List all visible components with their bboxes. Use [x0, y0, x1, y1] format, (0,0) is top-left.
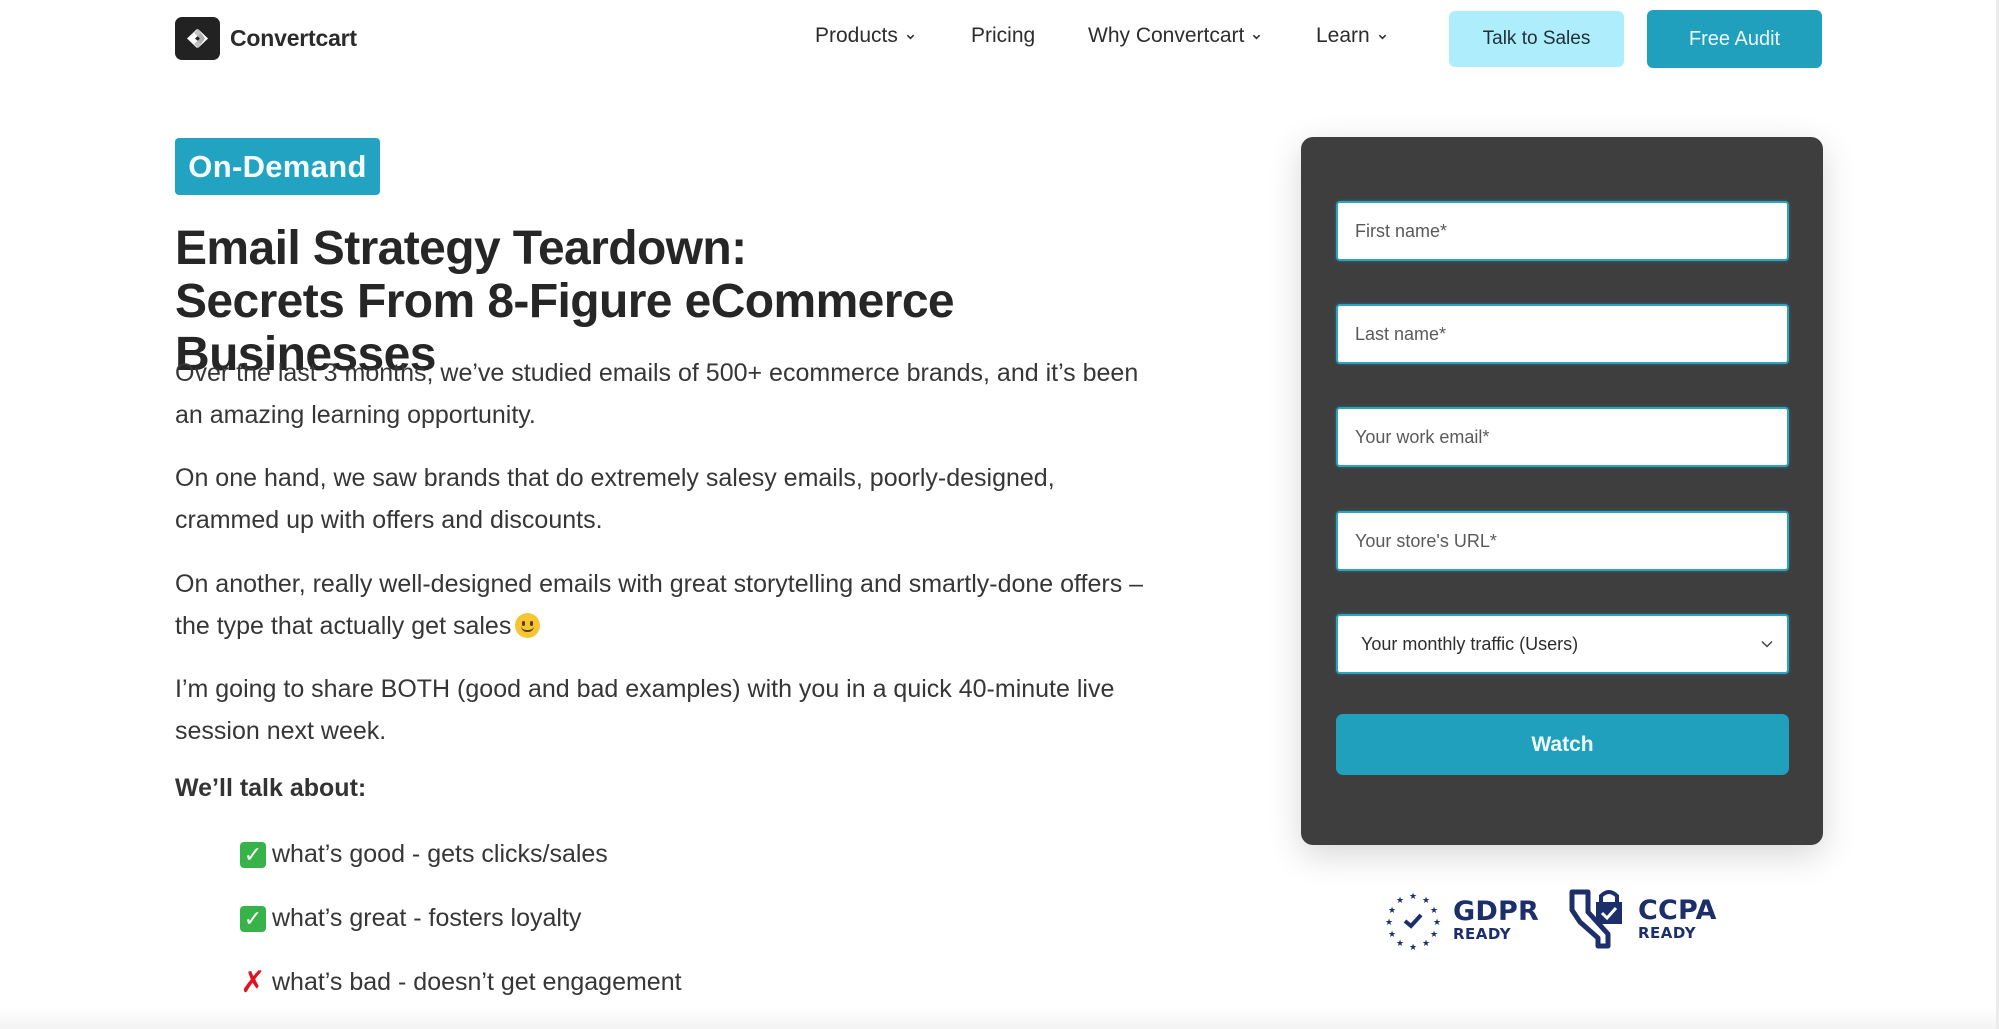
talk-to-sales-button[interactable]: Talk to Sales [1449, 11, 1624, 67]
work-email-input[interactable] [1355, 409, 1787, 465]
brand-name: Convertcart [230, 25, 357, 51]
svg-text:★: ★ [1396, 939, 1404, 949]
nav-why-convertcart[interactable]: Why Convertcart [1088, 24, 1261, 48]
gdpr-title: GDPR [1453, 895, 1539, 927]
nav-why-convertcart-label: Why Convertcart [1088, 24, 1245, 47]
topic-text: what’s good - gets clicks/sales [272, 840, 608, 868]
svg-text:★: ★ [1385, 918, 1393, 928]
svg-text:★: ★ [1422, 939, 1430, 949]
monthly-traffic-selected-value: Your monthly traffic (Users) [1361, 633, 1579, 654]
check-mark-icon: ✓ [240, 841, 266, 868]
svg-text:★: ★ [1433, 918, 1441, 928]
svg-text:★: ★ [1430, 930, 1438, 940]
eu-stars-check-icon: ★ ★★★ ★★★★ ★★★★ [1385, 892, 1441, 950]
intro-paragraph-3: On another, really well-designed emails … [175, 563, 1155, 647]
chevron-down-icon [1378, 34, 1386, 39]
ccpa-subtitle: READY [1638, 923, 1697, 942]
nav-learn-label: Learn [1316, 24, 1370, 47]
topic-text: what’s great - fosters loyalty [272, 904, 582, 932]
ccpa-title: CCPA [1638, 894, 1717, 926]
nav-learn[interactable]: Learn [1316, 24, 1387, 48]
watch-button[interactable]: Watch [1336, 714, 1789, 775]
intro-paragraph-3-text: On another, really well-designed emails … [175, 570, 1144, 640]
nav-products-label: Products [815, 24, 898, 47]
topic-item: ✓ what’s good - gets clicks/sales [240, 840, 608, 869]
title-line-1: Email Strategy Teardown: [175, 222, 747, 275]
topics-heading: We’ll talk about: [175, 774, 367, 802]
convertcart-logo-icon [175, 17, 220, 60]
last-name-input[interactable] [1355, 306, 1787, 362]
intro-paragraph-1: Over the last 3 months, we’ve studied em… [175, 359, 1139, 429]
gdpr-subtitle: READY [1453, 924, 1512, 943]
nav-products[interactable]: Products [815, 24, 915, 48]
chevron-down-icon [906, 34, 915, 39]
svg-text:★: ★ [1409, 892, 1417, 902]
bottom-fade [0, 1008, 1999, 1029]
store-url-input[interactable] [1355, 513, 1787, 569]
chevron-down-icon [1761, 640, 1773, 648]
last-name-field[interactable] [1336, 304, 1789, 364]
svg-text:★: ★ [1396, 896, 1404, 906]
svg-text:★: ★ [1388, 906, 1396, 916]
chevron-down-icon [1253, 34, 1261, 39]
topic-item: ✗ what’s bad - doesn’t get engagement [240, 965, 682, 999]
smiley-emoji-icon [515, 613, 541, 638]
svg-text:★: ★ [1388, 930, 1396, 940]
first-name-field[interactable] [1336, 201, 1789, 261]
topic-item: ✓ what’s great - fosters loyalty [240, 904, 581, 933]
nav-pricing[interactable]: Pricing [971, 24, 1035, 48]
nav-pricing-label: Pricing [971, 24, 1036, 47]
cross-mark-icon: ✗ [240, 965, 266, 999]
store-url-field[interactable] [1336, 511, 1789, 571]
on-demand-badge: On-Demand [175, 138, 380, 195]
free-audit-button[interactable]: Free Audit [1647, 10, 1822, 68]
intro-paragraph-4: I’m going to share BOTH (good and bad ex… [175, 675, 1115, 745]
svg-text:★: ★ [1422, 896, 1430, 906]
intro-paragraph-2: On one hand, we saw brands that do extre… [175, 464, 1055, 534]
svg-text:★: ★ [1430, 906, 1438, 916]
california-lock-icon [1569, 889, 1622, 949]
brand-logo[interactable]: Convertcart [175, 17, 357, 60]
svg-text:★: ★ [1409, 943, 1417, 950]
first-name-input[interactable] [1355, 203, 1787, 259]
ccpa-ready-badge: CCPA READY [1568, 888, 1717, 950]
work-email-field[interactable] [1336, 407, 1789, 467]
check-mark-icon: ✓ [240, 905, 266, 932]
gdpr-ready-badge: ★ ★ ★ ★ ★ ★ ★ ★ ★ ★ ★ ★ GDPR READY [1383, 890, 1539, 950]
topic-text: what’s bad - doesn’t get engagement [272, 968, 682, 996]
monthly-traffic-select[interactable]: Your monthly traffic (Users) [1336, 614, 1789, 674]
